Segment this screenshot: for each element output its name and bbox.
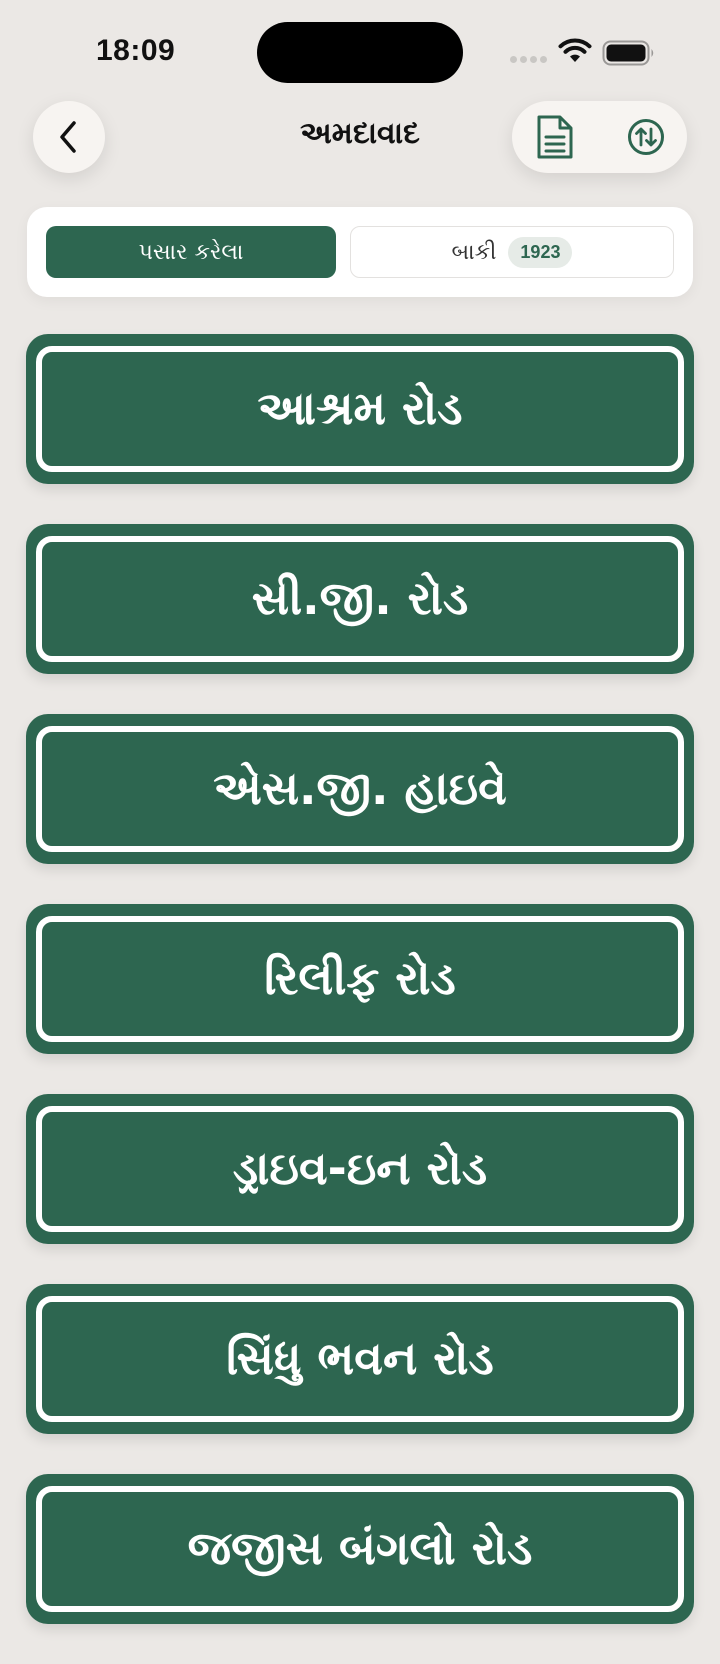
road-sign-border: સી.જી. રોડ xyxy=(36,536,684,662)
page-title: અમદાવાદ xyxy=(300,116,420,151)
road-sign-item[interactable]: સિંધુ ભવન રોડ xyxy=(26,1284,694,1434)
status-time: 18:09 xyxy=(96,34,176,67)
road-sign-border: આશ્રમ રોડ xyxy=(36,346,684,472)
road-sign-border: જજીસ બંગલો રોડ xyxy=(36,1486,684,1612)
road-sign-item[interactable]: સી.જી. રોડ xyxy=(26,524,694,674)
status-bar: 18:09 xyxy=(0,0,720,100)
back-button[interactable] xyxy=(33,101,105,173)
road-name: એસ.જી. હાઇવે xyxy=(213,761,507,815)
road-sign-item[interactable]: રિલીફ રોડ xyxy=(26,904,694,1054)
road-sign-item[interactable]: ડ્રાઇવ-ઇન રોડ xyxy=(26,1094,694,1244)
wifi-icon xyxy=(558,38,592,62)
document-button[interactable] xyxy=(532,111,578,163)
road-sign-border: એસ.જી. હાઇવે xyxy=(36,726,684,852)
road-name: ડ્રાઇવ-ઇન રોડ xyxy=(232,1141,488,1195)
road-name: સી.જી. રોડ xyxy=(251,571,469,625)
road-name: રિલીફ રોડ xyxy=(264,951,456,1005)
sort-button[interactable] xyxy=(625,116,667,158)
tab-passed[interactable]: પસાર કરેલા xyxy=(46,226,336,278)
road-list: આશ્રમ રોડ સી.જી. રોડ એસ.જી. હાઇવે રિલીફ … xyxy=(26,334,694,1664)
document-icon xyxy=(537,115,573,159)
remaining-count-badge: 1923 xyxy=(508,236,573,268)
dynamic-island xyxy=(257,22,463,83)
header-actions xyxy=(512,101,687,173)
road-name: જજીસ બંગલો રોડ xyxy=(187,1521,533,1575)
cellular-signal-icon xyxy=(510,56,550,64)
tab-remaining[interactable]: બાકી 1923 xyxy=(350,226,674,278)
road-sign-item[interactable]: આશ્રમ રોડ xyxy=(26,334,694,484)
road-sign-border: સિંધુ ભવન રોડ xyxy=(36,1296,684,1422)
road-sign-border: રિલીફ રોડ xyxy=(36,916,684,1042)
road-sign-item[interactable]: જજીસ બંગલો રોડ xyxy=(26,1474,694,1624)
road-name: સિંધુ ભવન રોડ xyxy=(226,1331,494,1385)
road-sign-item[interactable]: એસ.જી. હાઇવે xyxy=(26,714,694,864)
tab-passed-label: પસાર કરેલા xyxy=(138,239,244,265)
chevron-left-icon xyxy=(60,121,76,153)
road-sign-border: ડ્રાઇવ-ઇન રોડ xyxy=(36,1106,684,1232)
road-name: આશ્રમ રોડ xyxy=(257,381,463,435)
segmented-control: પસાર કરેલા બાકી 1923 xyxy=(27,207,693,297)
tab-remaining-label: બાકી xyxy=(451,239,497,265)
battery-icon xyxy=(602,40,654,66)
sort-arrows-icon xyxy=(628,119,664,155)
